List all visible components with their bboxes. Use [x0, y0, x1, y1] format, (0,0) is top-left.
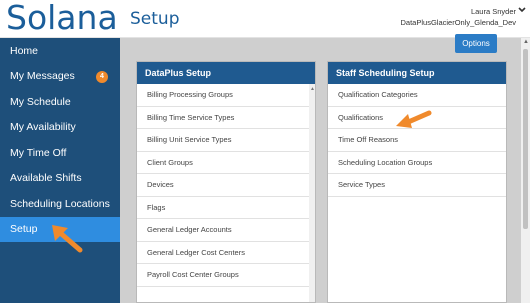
sidebar-nav: Home My Messages 4 My Schedule My Availa… [0, 38, 120, 303]
sidebar-item-label: Scheduling Locations [10, 197, 110, 210]
list-item[interactable]: General Ledger Accounts [137, 219, 315, 242]
sidebar-item-label: My Messages [10, 70, 75, 83]
list-item[interactable]: Client Groups [137, 152, 315, 174]
panel-title: DataPlus Setup [137, 62, 315, 84]
scroll-up-icon[interactable]: ▲ [523, 39, 529, 45]
list-item[interactable]: Billing Unit Service Types [137, 129, 315, 152]
scrollbar-thumb[interactable] [523, 49, 528, 229]
sidebar-item-home[interactable]: Home [0, 38, 120, 64]
user-menu[interactable]: Laura Snyder DataPlusGlacierOnly_Glenda_… [401, 6, 516, 28]
list-item[interactable]: Service Types [328, 174, 506, 197]
app-header: Solana Setup Laura Snyder DataPlusGlacie… [0, 0, 530, 38]
sidebar-item-label: Available Shifts [10, 172, 82, 185]
sidebar-item-my-messages[interactable]: My Messages 4 [0, 64, 120, 90]
annotation-arrow-icon [52, 225, 83, 253]
staff-scheduling-setup-panel: Staff Scheduling Setup Qualification Cat… [327, 61, 507, 303]
list-item[interactable]: Flags [137, 197, 315, 219]
list-item[interactable]: General Ledger Cost Centers [137, 242, 315, 264]
user-name: Laura Snyder [470, 7, 516, 16]
list-item[interactable]: Qualification Categories [328, 84, 506, 107]
sidebar-item-my-schedule[interactable]: My Schedule [0, 89, 120, 115]
list-item[interactable]: Billing Processing Groups [137, 84, 315, 107]
scroll-up-icon[interactable]: ▲ [310, 86, 315, 92]
page-scrollbar[interactable]: ▲ [521, 38, 530, 303]
sidebar-item-available-shifts[interactable]: Available Shifts [0, 166, 120, 192]
list-item[interactable]: Scheduling Location Groups [328, 152, 506, 174]
unread-count-badge: 4 [96, 70, 108, 83]
sidebar-item-my-availability[interactable]: My Availability [0, 115, 120, 141]
sidebar-item-label: My Availability [10, 121, 76, 134]
app-logo[interactable]: Solana [6, 0, 118, 37]
sidebar-item-label: My Schedule [10, 95, 71, 108]
list-item[interactable]: Payroll Cost Center Groups [137, 264, 315, 287]
dataplus-setup-panel: DataPlus Setup Billing Processing Groups… [136, 61, 316, 303]
list-item[interactable]: Devices [137, 174, 315, 197]
list-item[interactable]: Time Off Reasons [328, 129, 506, 152]
list-item[interactable]: Billing Time Service Types [137, 107, 315, 129]
main-content: Options DataPlus Setup Billing Processin… [120, 34, 521, 303]
options-button[interactable]: Options [455, 34, 497, 53]
sidebar-item-my-time-off[interactable]: My Time Off [0, 140, 120, 166]
page-title: Setup [130, 9, 180, 29]
panel-title: Staff Scheduling Setup [328, 62, 506, 84]
sidebar-item-label: My Time Off [10, 146, 67, 159]
sidebar-item-label: Setup [10, 223, 38, 236]
user-org: DataPlusGlacierOnly_Glenda_Dev [400, 18, 516, 27]
annotation-arrow-icon [396, 110, 432, 128]
panel-scrollbar[interactable]: ▲ [309, 84, 315, 302]
sidebar-item-label: Home [10, 44, 39, 57]
sidebar-item-scheduling-locations[interactable]: Scheduling Locations [0, 191, 120, 217]
chevron-down-icon[interactable] [517, 5, 527, 15]
